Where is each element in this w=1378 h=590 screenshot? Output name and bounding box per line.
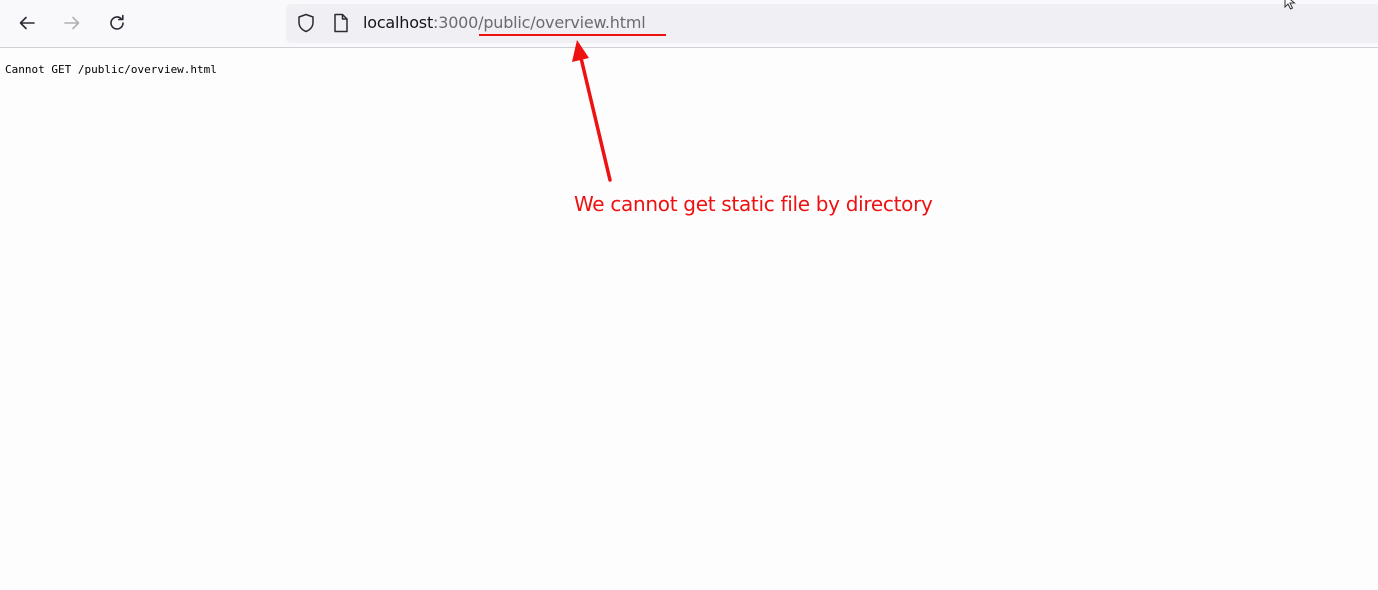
browser-toolbar: localhost:3000/public/overview.html bbox=[0, 0, 1378, 48]
url-text[interactable]: localhost:3000/public/overview.html bbox=[363, 13, 646, 33]
address-bar[interactable]: localhost:3000/public/overview.html bbox=[286, 4, 1378, 43]
annotation-text: We cannot get static file by directory bbox=[574, 192, 933, 216]
shield-icon[interactable] bbox=[296, 13, 316, 33]
arrow-right-icon bbox=[64, 16, 80, 30]
mouse-cursor-icon bbox=[1284, 0, 1298, 15]
annotation-arrow-shaft bbox=[579, 56, 612, 182]
url-path: :3000/public/overview.html bbox=[433, 13, 646, 32]
reload-icon bbox=[110, 14, 124, 30]
annotation-overlay bbox=[479, 34, 666, 182]
page-icon[interactable] bbox=[331, 13, 351, 33]
error-message: Cannot GET /public/overview.html bbox=[5, 63, 217, 76]
back-button[interactable] bbox=[11, 7, 43, 39]
arrow-left-icon bbox=[19, 16, 35, 30]
forward-button[interactable] bbox=[56, 7, 88, 39]
url-host: localhost bbox=[363, 13, 434, 32]
reload-button[interactable] bbox=[101, 7, 133, 39]
